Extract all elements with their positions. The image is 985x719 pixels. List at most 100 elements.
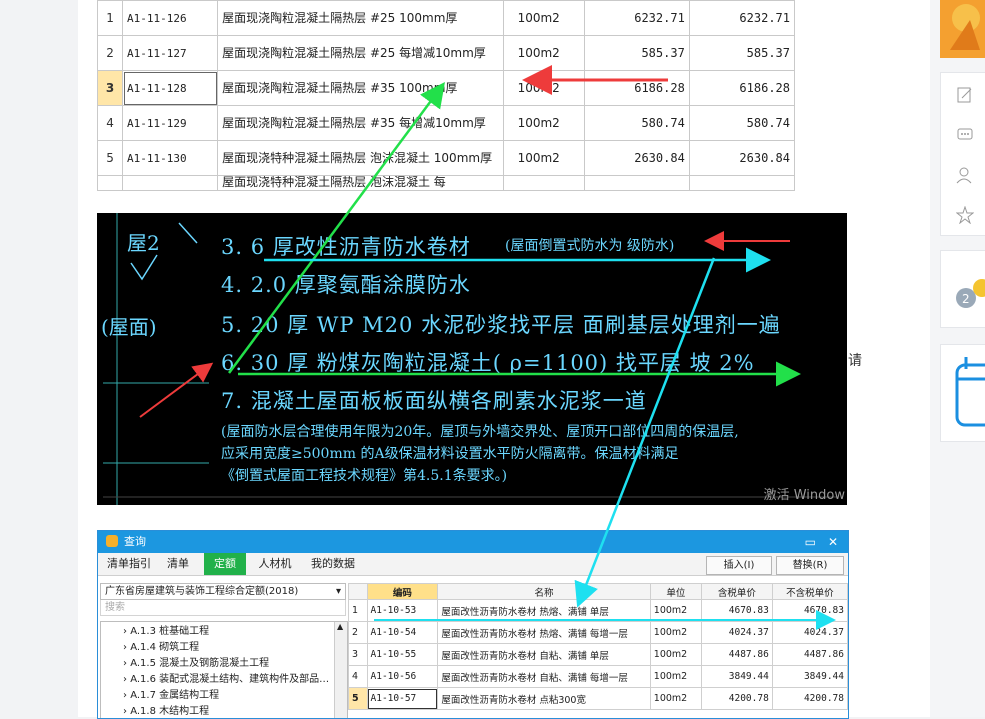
row-code[interactable]: A1-10-56 xyxy=(366,665,439,688)
col-price-notax[interactable]: 不含税单价 xyxy=(771,583,848,600)
table-row-selected[interactable]: 5 A1-10-57 屋面改性沥青防水卷材 点粘300宽 100m2 4200.… xyxy=(348,687,848,710)
side-text: 请 xyxy=(848,353,862,369)
row-code[interactable]: A1-11-129 xyxy=(122,105,219,141)
tab-list-guide[interactable]: 清单指引 xyxy=(102,553,156,575)
quota-table: 1 A1-11-126 屋面现浇陶粒混凝土隔热层 #25 100mm厚 100m… xyxy=(96,0,796,191)
row-unit: 100m2 xyxy=(649,665,702,688)
row-code[interactable]: A1-11-127 xyxy=(122,35,219,71)
edit-icon[interactable] xyxy=(956,86,982,104)
row-price: 580.74 xyxy=(688,105,796,141)
tree-item-label: A.1.3 桩基础工程 xyxy=(130,626,210,637)
medal-icon: 2 xyxy=(950,268,985,312)
row-code[interactable]: A1-11-126 xyxy=(122,0,219,36)
tree-item[interactable]: › A.1.7 金属结构工程 xyxy=(123,688,219,704)
insert-button[interactable]: 插入(I) xyxy=(706,556,772,575)
cad-layer-3-note: (屋面倒置式防水为 级防水) xyxy=(505,238,675,254)
row-price-tax: 4487.86 xyxy=(700,643,773,666)
table-row[interactable]: 4 A1-10-56 屋面改性沥青防水卷材 自粘、满铺 每增一层 100m2 3… xyxy=(348,665,848,688)
windows-activation-watermark: 激活 Window xyxy=(763,488,845,503)
row-name: 屋面改性沥青防水卷材 热熔、满铺 每增一层 xyxy=(437,621,651,644)
row-index: 4 xyxy=(96,105,124,141)
row-code[interactable]: A1-10-53 xyxy=(366,599,439,622)
tree-item-label: A.1.5 混凝土及钢筋混凝土工程 xyxy=(130,658,270,669)
tree-item[interactable]: › A.1.4 砌筑工程 xyxy=(123,640,199,656)
calendar-icon[interactable] xyxy=(954,355,985,427)
row-price: 2630.84 xyxy=(688,140,796,176)
table-row[interactable]: 屋面现浇特种混凝土隔热层 泡沫混凝土 每 xyxy=(96,175,796,191)
row-index: 3 xyxy=(96,70,124,106)
table-row-selected[interactable]: 3 A1-11-128 屋面现浇陶粒混凝土隔热层 #35 100mm厚 100m… xyxy=(96,70,796,106)
row-name: 屋面现浇陶粒混凝土隔热层 #35 100mm厚 xyxy=(217,70,504,106)
table-row[interactable]: 3 A1-10-55 屋面改性沥青防水卷材 自粘、满铺 单层 100m2 448… xyxy=(348,643,848,666)
row-code[interactable]: A1-10-54 xyxy=(366,621,439,644)
cad-note-line1: (屋面防水层合理使用年限为20年。屋顶与外墙交界处、屋顶开口部位四周的保温层, xyxy=(221,424,739,440)
tab-labor-material-machine[interactable]: 人材机 xyxy=(252,553,298,575)
cad-layer-5: 5. 20 厚 WP M20 水泥砂浆找平层 面刷基层处理剂一遍 xyxy=(221,313,781,337)
row-unit: 100m2 xyxy=(502,35,585,71)
table-row[interactable]: 5 A1-11-130 屋面现浇特种混凝土隔热层 泡沫混凝土 100mm厚 10… xyxy=(96,140,796,176)
row-name: 屋面现浇特种混凝土隔热层 泡沫混凝土 100mm厚 xyxy=(217,140,504,176)
star-icon[interactable] xyxy=(955,205,982,225)
tab-my-data[interactable]: 我的数据 xyxy=(304,553,362,575)
row-index: 5 xyxy=(96,140,124,176)
row-name: 屋面现浇特种混凝土隔热层 泡沫混凝土 每 xyxy=(217,175,504,191)
replace-button[interactable]: 替换(R) xyxy=(776,556,844,575)
close-icon[interactable]: ✕ xyxy=(828,531,838,553)
maximize-icon[interactable]: ▭ xyxy=(805,531,816,553)
cad-drawing: 屋2 (屋面) 3. 6 厚改性沥青防水卷材 (屋面倒置式防水为 级防水) 4.… xyxy=(97,213,847,505)
dialog-tabs: 清单指引 清单 定额 人材机 我的数据 插入(I) 替换(R) xyxy=(98,553,848,576)
row-unit: 100m2 xyxy=(649,621,702,644)
table-row[interactable]: 1 A1-11-126 屋面现浇陶粒混凝土隔热层 #25 100mm厚 100m… xyxy=(96,0,796,36)
row-index: 4 xyxy=(348,665,368,688)
col-code[interactable]: 编码 xyxy=(366,583,439,600)
row-index: 1 xyxy=(348,599,368,622)
row-index: 2 xyxy=(348,621,368,644)
row-name: 屋面现浇陶粒混凝土隔热层 #25 每增减10mm厚 xyxy=(217,35,504,71)
tree-item[interactable]: › A.1.3 桩基础工程 xyxy=(123,624,209,640)
row-index: 5 xyxy=(348,687,368,710)
row-code[interactable]: A1-11-130 xyxy=(122,140,219,176)
row-unit: 100m2 xyxy=(502,105,585,141)
row-index: 2 xyxy=(96,35,124,71)
table-row[interactable]: 1 A1-10-53 屋面改性沥青防水卷材 热熔、满铺 单层 100m2 467… xyxy=(348,599,848,622)
col-unit[interactable]: 单位 xyxy=(649,583,702,600)
banner-art-icon xyxy=(950,4,980,50)
dialog-title: 查询 xyxy=(124,535,146,548)
user-add-icon[interactable] xyxy=(956,166,982,184)
row-price-notax: 3849.44 xyxy=(771,665,848,688)
row-price-tax: 3849.44 xyxy=(700,665,773,688)
tab-list[interactable]: 清单 xyxy=(160,553,196,575)
row-price: 6186.28 xyxy=(688,70,796,106)
table-row[interactable]: 4 A1-11-129 屋面现浇陶粒混凝土隔热层 #35 每增减10mm厚 10… xyxy=(96,105,796,141)
tree-item[interactable]: › A.1.6 装配式混凝土结构、建筑构件及部品… xyxy=(123,672,329,688)
table-row[interactable]: 2 A1-10-54 屋面改性沥青防水卷材 热熔、满铺 每增一层 100m2 4… xyxy=(348,621,848,644)
row-price-tax: 2630.84 xyxy=(583,140,690,176)
search-input[interactable]: 搜索 xyxy=(100,600,346,616)
row-code[interactable]: A1-11-128 xyxy=(122,70,219,106)
library-select[interactable]: 广东省房屋建筑与装饰工程综合定额(2018) ▾ xyxy=(100,583,346,600)
row-code[interactable]: A1-10-57 xyxy=(366,687,439,710)
row-price-tax: 585.37 xyxy=(583,35,690,71)
row-code[interactable] xyxy=(122,175,219,191)
col-name[interactable]: 名称 xyxy=(437,583,651,600)
banner-thumbnail[interactable] xyxy=(940,0,985,58)
dialog-titlebar[interactable]: 查询 ▭ ✕ xyxy=(98,531,848,553)
row-price: 585.37 xyxy=(688,35,796,71)
row-price xyxy=(688,175,796,191)
table-row[interactable]: 2 A1-11-127 屋面现浇陶粒混凝土隔热层 #25 每增减10mm厚 10… xyxy=(96,35,796,71)
scroll-up-icon[interactable]: ▲ xyxy=(337,622,343,631)
tree-item[interactable]: › A.1.5 混凝土及钢筋混凝土工程 xyxy=(123,656,269,672)
tree-item-label: A.1.6 装配式混凝土结构、建筑构件及部品… xyxy=(130,674,330,685)
row-price-tax: 6232.71 xyxy=(583,0,690,36)
comment-icon[interactable] xyxy=(956,126,982,144)
row-price-tax: 4200.78 xyxy=(700,687,773,710)
row-code[interactable]: A1-10-55 xyxy=(366,643,439,666)
app-logo-icon xyxy=(106,535,118,547)
tab-quota[interactable]: 定额 xyxy=(204,553,246,575)
col-price-tax[interactable]: 含税单价 xyxy=(700,583,773,600)
cad-label-roof: (屋面) xyxy=(101,315,157,339)
quota-navigator: 广东省房屋建筑与装饰工程综合定额(2018) ▾ 搜索 › A.1.3 桩基础工… xyxy=(100,583,348,718)
row-unit: 100m2 xyxy=(502,0,585,36)
tree-scrollbar[interactable]: ▲ xyxy=(334,622,347,718)
row-price-notax: 4024.37 xyxy=(771,621,848,644)
